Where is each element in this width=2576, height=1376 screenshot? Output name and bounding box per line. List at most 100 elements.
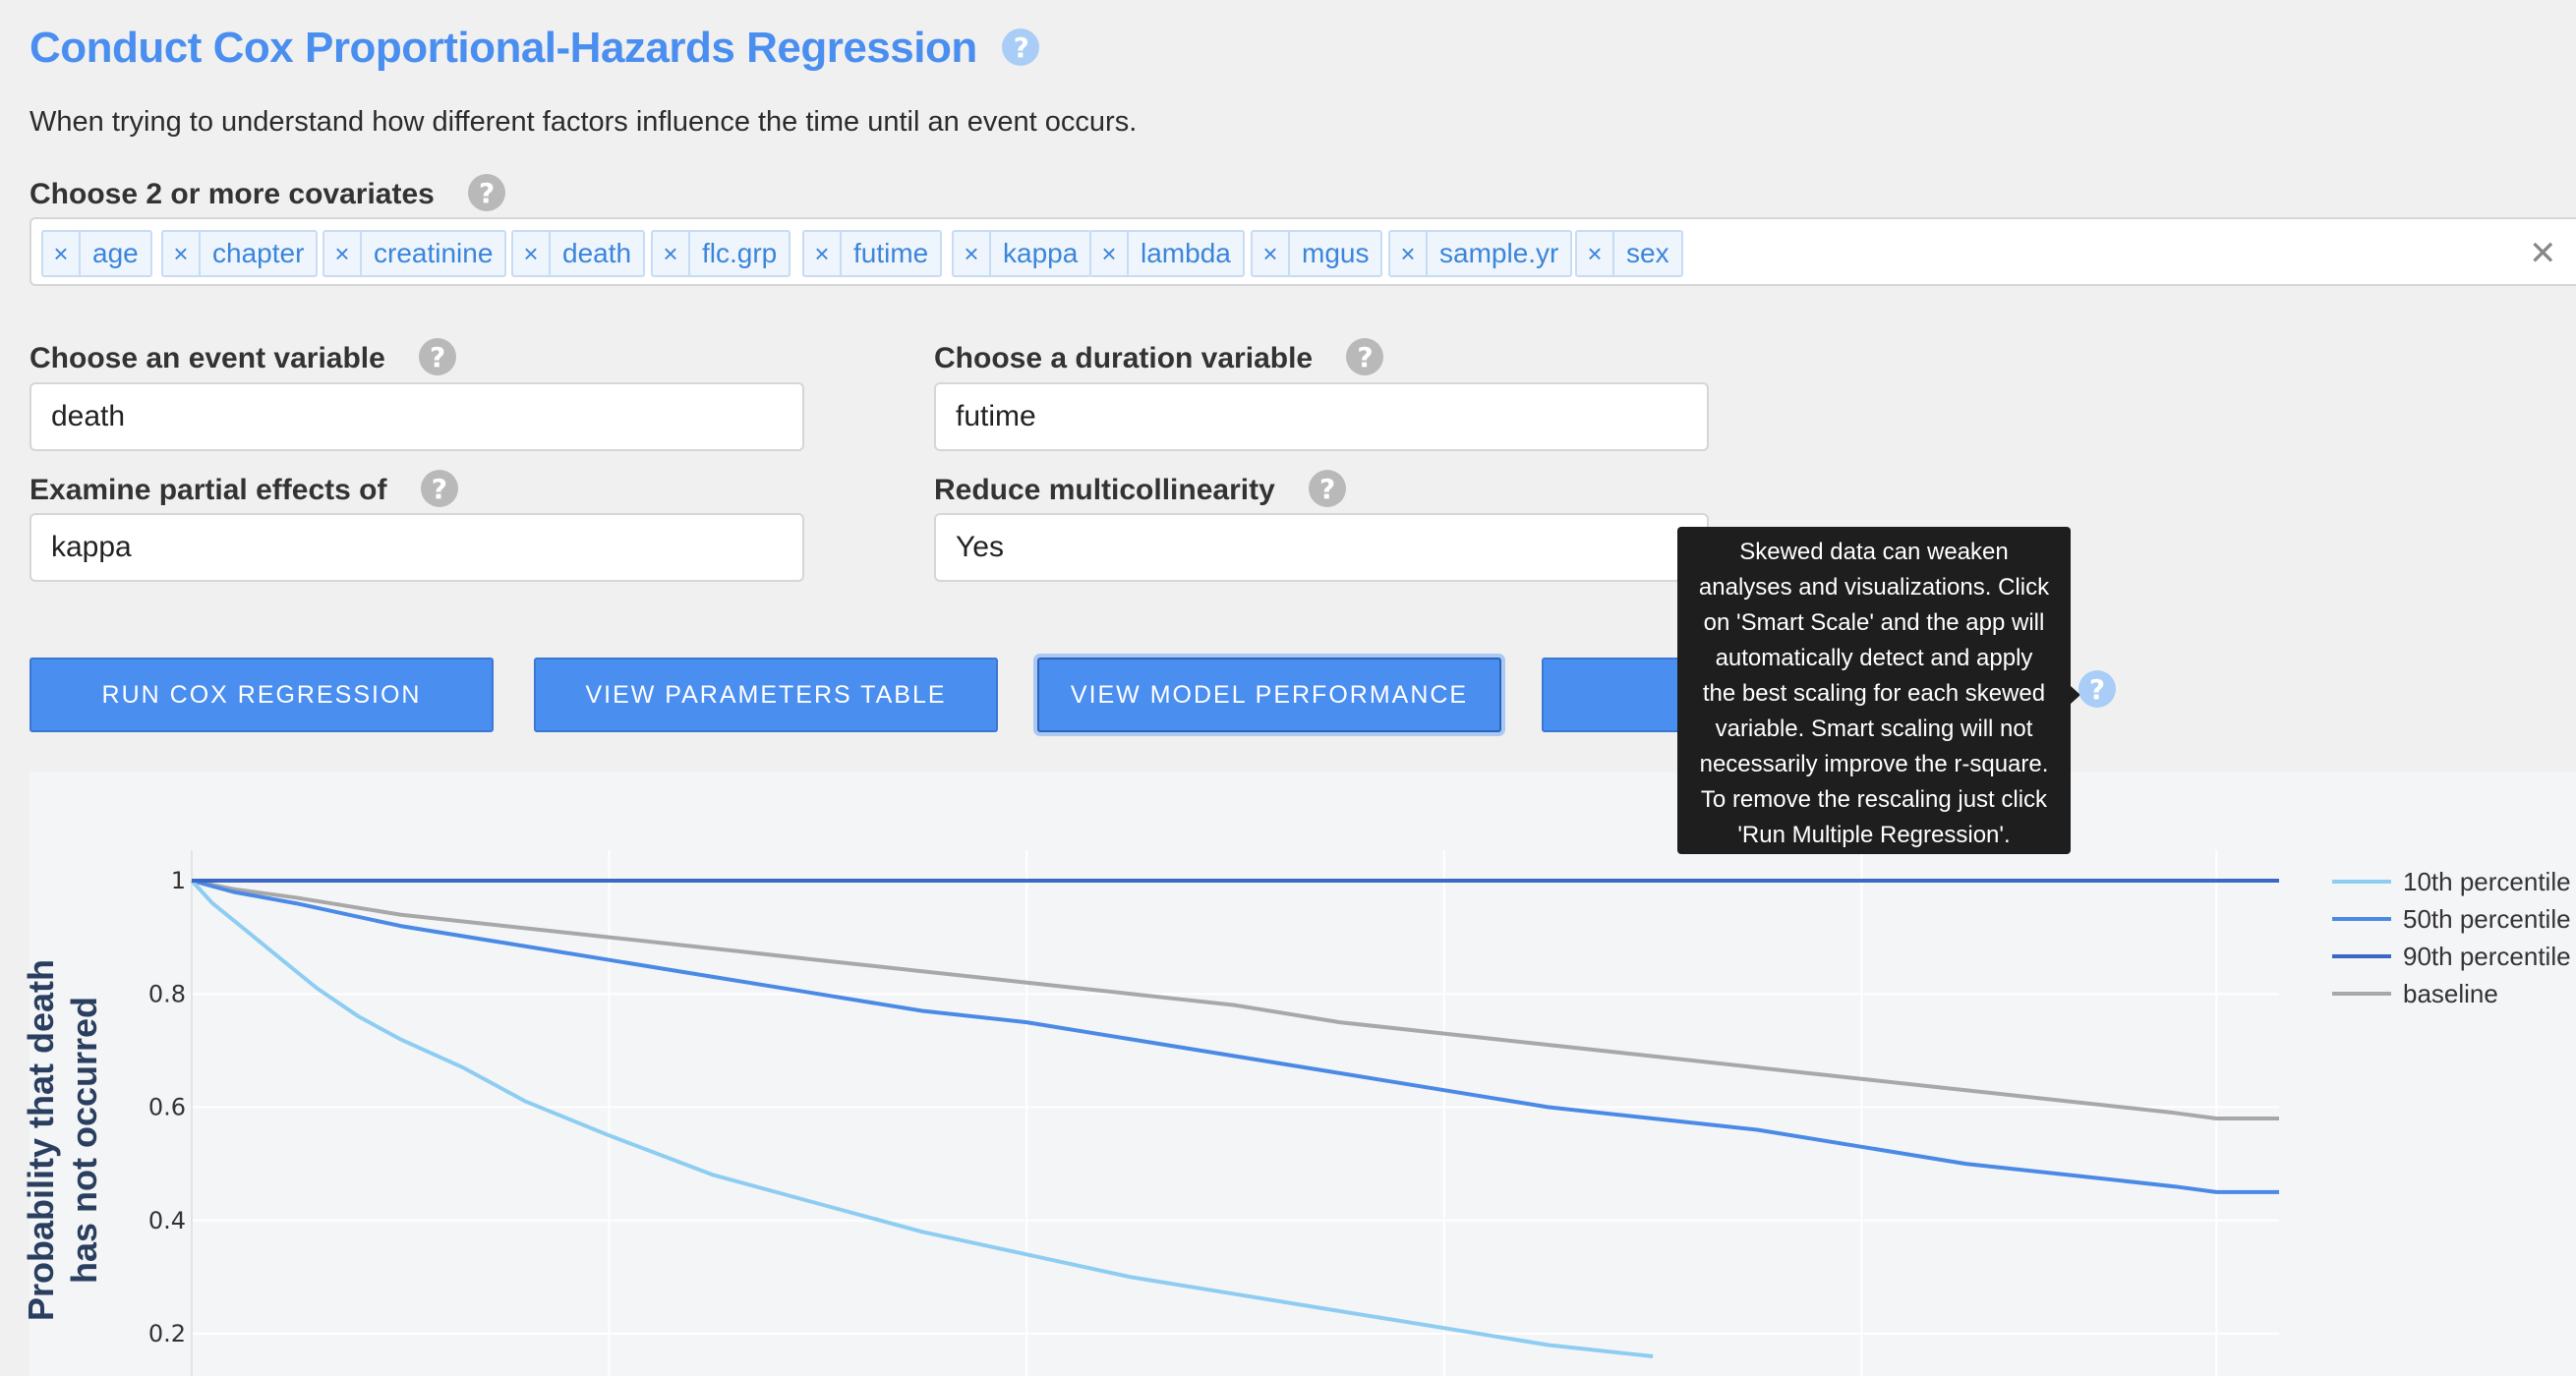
- event-variable-label-text: Choose an event variable: [29, 341, 385, 374]
- multicollinearity-select[interactable]: Yes: [934, 513, 1709, 582]
- chart-legend: 10th percentile 50th percentile 90th perce…: [2332, 863, 2571, 1012]
- survival-chart: 1 0.8 0.6 0.4 0.2: [148, 850, 2279, 1376]
- tooltip-line: necessarily improve the r-square.: [1699, 751, 2049, 777]
- help-icon[interactable]: ?: [1002, 29, 1040, 67]
- y-axis-label: Probability that death has not occurred: [20, 944, 106, 1337]
- event-variable-select[interactable]: death: [29, 382, 804, 451]
- covariate-chip: × sample.yr: [1388, 230, 1573, 277]
- partial-effects-value: kappa: [51, 531, 132, 563]
- legend-label: 50th percentile: [2403, 903, 2571, 934]
- event-variable-label: Choose an event variable ?: [29, 338, 457, 378]
- remove-chip-icon[interactable]: ×: [653, 232, 690, 275]
- y-tick-label: 1: [171, 867, 186, 894]
- tooltip-line: variable. Smart scaling will not: [1715, 716, 2033, 742]
- covariate-chip: × age: [41, 230, 152, 277]
- view-parameters-table-button[interactable]: VIEW PARAMETERS TABLE: [534, 658, 998, 732]
- tooltip-line: the best scaling for each skewed: [1702, 680, 2046, 707]
- remove-chip-icon[interactable]: ×: [324, 232, 362, 275]
- y-tick-label: 0.8: [148, 980, 186, 1007]
- event-variable-value: death: [51, 400, 126, 432]
- legend-label: 10th percentile: [2403, 866, 2571, 896]
- remove-chip-icon[interactable]: ×: [1253, 232, 1290, 275]
- duration-variable-select[interactable]: futime: [934, 382, 1709, 451]
- view-model-performance-button[interactable]: VIEW MODEL PERFORMANCE: [1037, 658, 1501, 732]
- smart-scale-help-icon[interactable]: ?: [2078, 670, 2116, 708]
- page-title: Conduct Cox Proportional-Hazards Regress…: [29, 24, 1040, 73]
- remove-chip-icon[interactable]: ×: [954, 232, 991, 275]
- remove-chip-icon[interactable]: ×: [513, 232, 551, 275]
- partial-effects-select[interactable]: kappa: [29, 513, 804, 582]
- remove-chip-icon[interactable]: ×: [804, 232, 842, 275]
- series-line-10th-percentile: [190, 879, 1654, 1358]
- covariate-chip: × sex: [1575, 230, 1683, 277]
- covariate-chip: × mgus: [1251, 230, 1383, 277]
- covariate-chip: × chapter: [161, 230, 319, 277]
- legend-item[interactable]: 10th percentile: [2332, 863, 2571, 900]
- legend-label: 90th percentile: [2403, 941, 2571, 971]
- tooltip-line: Skewed data can weaken: [1739, 539, 2009, 565]
- help-icon[interactable]: ?: [1346, 338, 1384, 375]
- y-axis-label-line-1: Probability that death: [21, 958, 61, 1322]
- duration-variable-label-text: Choose a duration variable: [934, 341, 1314, 374]
- legend-item[interactable]: 50th percentile: [2332, 900, 2571, 938]
- y-axis-label-line-2: has not occurred: [64, 996, 104, 1285]
- series-line-baseline: [191, 879, 2279, 1120]
- tooltip-line: 'Run Multiple Regression'.: [1737, 822, 2011, 848]
- multicollinearity-label: Reduce multicollinearity ?: [934, 470, 1347, 510]
- covariate-chip-label: creatinine: [374, 238, 494, 268]
- partial-effects-label: Examine partial effects of ?: [29, 470, 458, 510]
- covariate-chip-label: mgus: [1302, 238, 1370, 268]
- clear-all-icon[interactable]: ✕: [2529, 234, 2557, 273]
- covariate-chip-label: flc.grp: [702, 238, 778, 268]
- covariate-chip-label: futime: [853, 238, 929, 268]
- legend-item[interactable]: 90th percentile: [2332, 938, 2571, 975]
- legend-line: [2332, 992, 2391, 996]
- covariates-label: Choose 2 or more covariates ?: [29, 174, 506, 214]
- help-icon[interactable]: ?: [1309, 470, 1347, 507]
- help-icon[interactable]: ?: [420, 470, 458, 507]
- y-tick-label: 0.4: [148, 1207, 186, 1234]
- covariates-label-text: Choose 2 or more covariates: [29, 177, 435, 210]
- covariate-chip-label: death: [562, 238, 632, 268]
- covariate-chip-label: kappa: [1003, 238, 1079, 268]
- covariate-chip-label: sex: [1626, 238, 1669, 268]
- tooltip-line: automatically detect and apply: [1715, 645, 2033, 671]
- remove-chip-icon[interactable]: ×: [43, 232, 81, 275]
- partial-effects-label-text: Examine partial effects of: [29, 473, 387, 506]
- legend-line: [2332, 917, 2391, 921]
- covariate-chip-label: lambda: [1141, 238, 1231, 268]
- covariate-chip: × creatinine: [322, 230, 507, 277]
- legend-item[interactable]: baseline: [2332, 975, 2571, 1012]
- run-cox-regression-button[interactable]: RUN COX REGRESSION: [29, 658, 494, 732]
- smart-scale-tooltip: Skewed data can weaken analyses and visua…: [1677, 527, 2071, 854]
- page-title-text: Conduct Cox Proportional-Hazards Regress…: [29, 24, 977, 72]
- covariate-chip-label: chapter: [212, 238, 305, 268]
- covariate-chip-label: sample.yr: [1439, 238, 1559, 268]
- tooltip-line: analyses and visualizations. Click: [1698, 574, 2050, 601]
- legend-line: [2332, 954, 2391, 958]
- help-icon[interactable]: ?: [468, 174, 506, 211]
- multicollinearity-value: Yes: [956, 531, 1004, 563]
- help-icon[interactable]: ?: [419, 338, 457, 375]
- remove-chip-icon[interactable]: ×: [1091, 232, 1129, 275]
- legend-label: baseline: [2403, 978, 2498, 1008]
- covariate-chip: × kappa: [952, 230, 1092, 277]
- covariate-chip: × futime: [802, 230, 943, 277]
- tooltip-line: on 'Smart Scale' and the app will: [1703, 609, 2045, 636]
- y-tick-label: 0.6: [148, 1094, 186, 1121]
- multicollinearity-label-text: Reduce multicollinearity: [934, 473, 1275, 506]
- legend-line: [2332, 880, 2391, 884]
- tooltip-line: To remove the rescaling just click: [1700, 786, 2048, 813]
- duration-variable-value: futime: [956, 400, 1036, 432]
- duration-variable-label: Choose a duration variable ?: [934, 338, 1384, 378]
- covariate-chip: × lambda: [1089, 230, 1245, 277]
- covariate-chip: × flc.grp: [651, 230, 791, 277]
- page-subtitle: When trying to understand how different …: [29, 106, 1138, 138]
- covariate-chip: × death: [511, 230, 646, 277]
- covariate-chip-label: age: [92, 238, 139, 268]
- remove-chip-icon[interactable]: ×: [1390, 232, 1428, 275]
- remove-chip-icon[interactable]: ×: [163, 232, 201, 275]
- y-tick-label: 0.2: [148, 1320, 186, 1347]
- remove-chip-icon[interactable]: ×: [1577, 232, 1614, 275]
- covariates-multiselect[interactable]: × age × chapter × creatinine × death × flc.grp × fu…: [29, 217, 2576, 286]
